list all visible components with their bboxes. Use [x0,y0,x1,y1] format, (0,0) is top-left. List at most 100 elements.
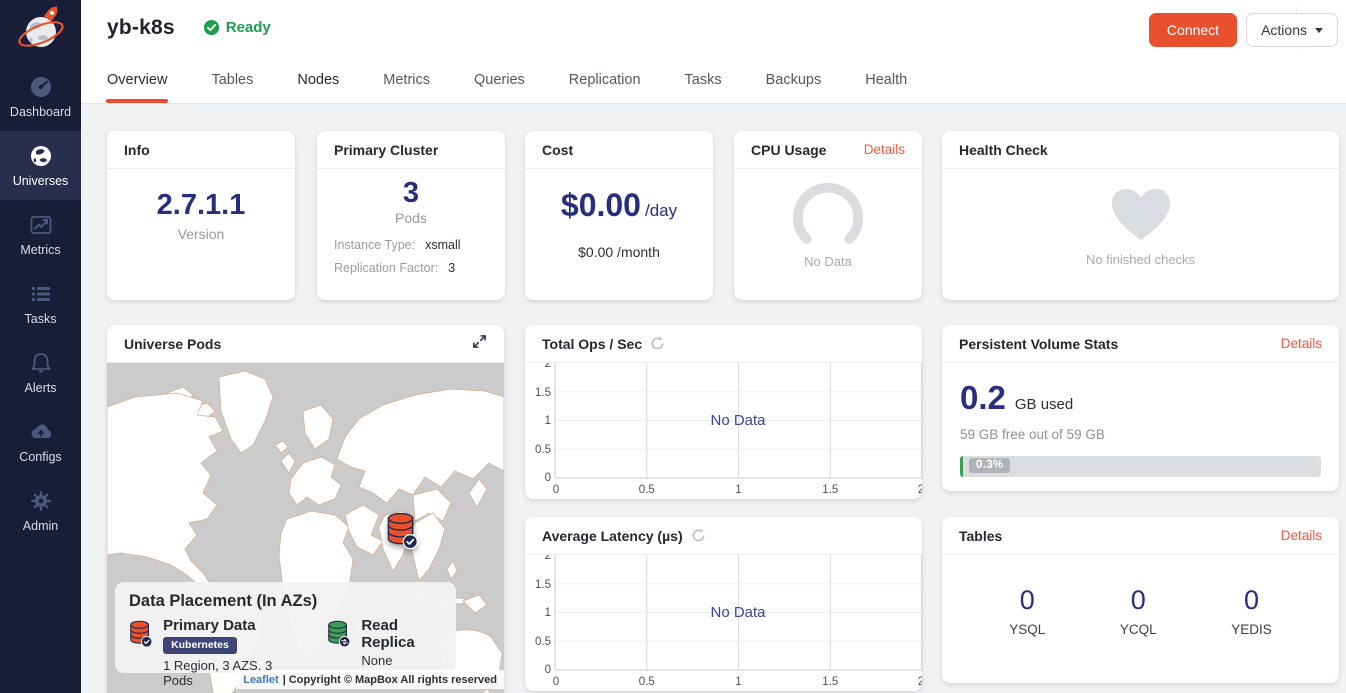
svg-text:2: 2 [545,363,551,370]
expand-icon[interactable] [472,334,487,354]
svg-text:0: 0 [545,664,551,676]
sidebar-item-label: Tasks [25,312,57,326]
tab-tasks[interactable]: Tasks [685,72,722,103]
svg-text:0: 0 [553,676,559,688]
average-latency-chart: 0 0.5 1 1.5 2 0 0.5 1 1.5 2 No Data [525,555,922,691]
sidebar-item-label: Universes [13,174,69,188]
world-map[interactable]: Data Placement (In AZs) [107,363,504,693]
card-title: Primary Cluster [334,142,438,158]
svg-text:0.5: 0.5 [639,676,655,688]
card-title: Total Ops / Sec [542,336,642,352]
connect-button[interactable]: Connect [1149,13,1237,47]
topbar: yb-k8s Ready Overview Tables Nodes [81,0,1346,104]
volume-percent-badge: 0.3% [969,458,1010,473]
configs-icon [28,419,54,445]
tasks-icon [28,281,54,307]
yedis-label: YEDIS [1231,622,1272,637]
leaflet-link[interactable]: Leaflet [243,674,278,686]
tab-nodes[interactable]: Nodes [297,72,339,103]
universe-icon [28,143,54,169]
legend-title: Data Placement (In AZs) [129,592,442,611]
svg-text:1: 1 [545,607,551,619]
universe-title: yb-k8s [107,16,175,40]
cpu-details-link[interactable]: Details [864,142,905,157]
primary-data-label: Primary Data [163,617,285,634]
tab-queries[interactable]: Queries [474,72,525,103]
sidebar-item-label: Admin [23,519,58,533]
cost-daily-unit: /day [645,201,677,220]
average-latency-card: Average Latency (µs) [525,517,922,691]
alerts-icon [28,350,54,376]
card-title: Info [124,142,150,158]
map-attribution: Leaflet | Copyright © MapBox All rights … [236,670,504,689]
tab-label: Metrics [383,72,430,88]
svg-text:2: 2 [918,676,922,688]
gauge-arc-icon [778,181,878,249]
tab-replication[interactable]: Replication [569,72,641,103]
tab-tables[interactable]: Tables [211,72,253,103]
svg-text:1: 1 [735,676,741,688]
version-label: Version [107,226,295,242]
replication-factor-label: Replication Factor: [334,261,438,275]
refresh-icon[interactable] [691,528,706,543]
card-title: Average Latency (µs) [542,528,683,544]
sidebar-item-metrics[interactable]: Metrics [0,200,81,269]
gb-used-value: 0.2 [960,379,1006,417]
svg-text:0.5: 0.5 [535,444,551,456]
read-replica-label: Read Replica [361,617,442,651]
volume-usage-fill [960,456,963,477]
tab-health[interactable]: Health [865,72,907,103]
dashboard-icon [28,74,54,100]
tab-label: Health [865,72,907,88]
provider-badge: Kubernetes [163,637,237,654]
overview-content: Info 2.7.1.1 Version Primary Cluster 3 P… [81,104,1346,693]
tab-overview[interactable]: Overview [107,72,167,103]
tables-details-link[interactable]: Details [1281,528,1322,543]
tab-label: Overview [107,72,167,88]
actions-button[interactable]: Actions [1246,13,1338,47]
ysql-count: 0 [1009,585,1045,616]
sidebar-item-configs[interactable]: Configs [0,407,81,476]
yugabyte-logo[interactable] [0,0,81,62]
svg-text:0: 0 [553,484,559,496]
tab-metrics[interactable]: Metrics [383,72,430,103]
metrics-icon [28,212,54,238]
svg-text:0: 0 [545,472,551,484]
refresh-icon[interactable] [650,336,665,351]
card-title: Persistent Volume Stats [959,336,1118,352]
sidebar-item-label: Configs [19,450,61,464]
ycql-count: 0 [1120,585,1157,616]
persistent-volume-card: Persistent Volume Stats Details 0.2 GB u… [942,325,1339,491]
ysql-label: YSQL [1009,622,1045,637]
cost-monthly: $0.00 /month [525,244,713,260]
sidebar-item-dashboard[interactable]: Dashboard [0,62,81,131]
total-ops-card: Total Ops / Sec [525,325,922,499]
tab-label: Queries [474,72,525,88]
admin-icon [28,488,54,514]
tab-label: Tables [211,72,253,88]
sidebar-item-label: Metrics [20,243,60,257]
primary-data-marker[interactable] [386,511,419,556]
primary-database-icon [129,617,153,651]
replication-factor-value: 3 [448,261,455,275]
tab-label: Nodes [297,72,339,88]
cpu-no-data: No Data [734,254,922,269]
sidebar-item-admin[interactable]: Admin [0,476,81,545]
pods-count: 3 [317,177,505,210]
yedis-count-block: 0 YEDIS [1231,585,1272,637]
health-empty-text: No finished checks [942,252,1339,267]
sidebar-item-label: Alerts [25,381,57,395]
sidebar-item-alerts[interactable]: Alerts [0,338,81,407]
svg-text:0.5: 0.5 [639,484,655,496]
ysql-count-block: 0 YSQL [1009,585,1045,637]
sidebar-item-universes[interactable]: Universes [0,131,81,200]
tab-backups[interactable]: Backups [766,72,822,103]
volume-details-link[interactable]: Details [1281,336,1322,351]
sidebar-item-tasks[interactable]: Tasks [0,269,81,338]
attribution-text: | Copyright © MapBox All rights reserved [283,674,497,686]
yugabyte-platform-app: Dashboard Universes Metri [0,0,1346,693]
no-data-text: No Data [710,604,766,621]
svg-text:1.5: 1.5 [535,387,551,399]
svg-text:1.5: 1.5 [822,676,838,688]
svg-text:1: 1 [735,484,741,496]
